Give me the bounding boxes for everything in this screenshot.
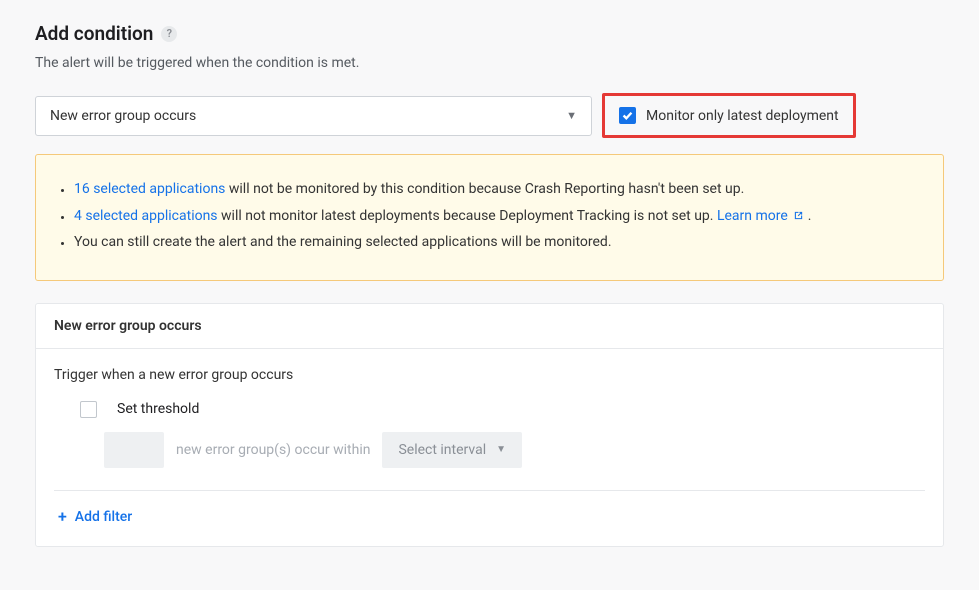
condition-select-value: New error group occurs <box>50 108 196 124</box>
monitor-latest-highlight: Monitor only latest deployment <box>602 93 856 138</box>
warning-item: 4 selected applications will not monitor… <box>74 207 923 227</box>
page-subtitle: The alert will be triggered when the con… <box>35 55 944 71</box>
divider <box>54 490 925 491</box>
check-icon <box>622 110 633 121</box>
warning-panel: 16 selected applications will not be mon… <box>35 154 944 281</box>
chevron-down-icon: ▼ <box>496 444 506 455</box>
page-title: Add condition <box>35 22 153 45</box>
learn-more-link[interactable]: Learn more <box>717 208 804 224</box>
monitor-latest-checkbox[interactable] <box>619 107 636 124</box>
condition-select[interactable]: New error group occurs ▼ <box>35 96 592 136</box>
trigger-description: Trigger when a new error group occurs <box>54 367 925 383</box>
threshold-count-input[interactable] <box>104 432 164 468</box>
chevron-down-icon: ▼ <box>566 109 577 122</box>
monitor-latest-label: Monitor only latest deployment <box>646 108 839 124</box>
warning-link-apps-4[interactable]: 4 selected applications <box>74 208 218 224</box>
warning-link-apps-16[interactable]: 16 selected applications <box>74 181 225 197</box>
warning-text: will not monitor latest deployments beca… <box>218 208 717 224</box>
threshold-muted-text: new error group(s) occur within <box>176 442 370 458</box>
add-filter-label: Add filter <box>75 509 132 525</box>
set-threshold-checkbox[interactable] <box>80 401 97 418</box>
external-link-icon <box>793 210 804 221</box>
warning-text: will not be monitored by this condition … <box>225 181 744 197</box>
interval-select-placeholder: Select interval <box>398 442 486 458</box>
help-icon[interactable]: ? <box>161 26 177 42</box>
warning-text: You can still create the alert and the r… <box>74 234 612 250</box>
card-title: New error group occurs <box>36 304 943 349</box>
set-threshold-label: Set threshold <box>117 401 199 417</box>
condition-card: New error group occurs Trigger when a ne… <box>35 303 944 547</box>
warning-item: You can still create the alert and the r… <box>74 233 923 253</box>
interval-select[interactable]: Select interval ▼ <box>382 432 522 468</box>
warning-item: 16 selected applications will not be mon… <box>74 180 923 200</box>
warning-trailing: . <box>804 208 811 224</box>
add-filter-button[interactable]: + Add filter <box>54 509 132 525</box>
plus-icon: + <box>58 509 67 525</box>
